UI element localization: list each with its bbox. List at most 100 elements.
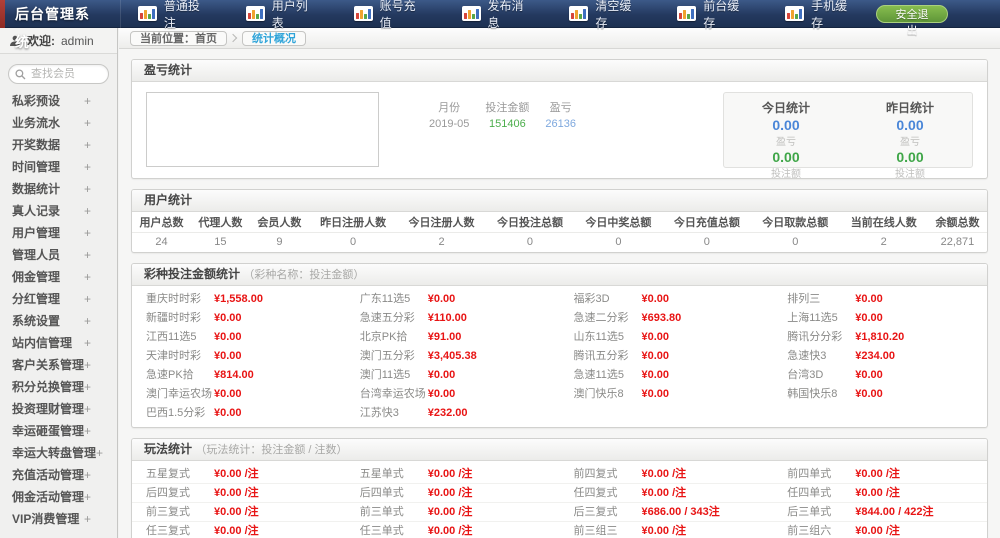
lottery-name: 澳门五分彩 bbox=[360, 347, 428, 366]
breadcrumb-location-label: 当前位置： bbox=[140, 33, 195, 45]
sidebar-item-site-mail[interactable]: 站内信管理+ bbox=[0, 332, 117, 354]
stat-value: 0 bbox=[309, 232, 397, 252]
sidebar-item-lucky-wheel[interactable]: 幸运大转盘管理+ bbox=[0, 442, 117, 464]
col-header: 今日投注总额 bbox=[486, 212, 574, 232]
play-amount: ¥0.00 /注 bbox=[428, 487, 473, 499]
lottery-amount: ¥0.00 bbox=[428, 369, 456, 381]
yesterday-title: 昨日统计 bbox=[848, 99, 972, 116]
sidebar-item-points-exchange[interactable]: 积分兑换管理+ bbox=[0, 376, 117, 398]
play-stat: 前三单式¥0.00 /注 bbox=[346, 503, 560, 522]
breadcrumb-current[interactable]: 统计概况 bbox=[242, 31, 306, 46]
lottery-name: 急速五分彩 bbox=[360, 309, 428, 328]
play-panel-header: 玩法统计 （玩法统计：投注金额 / 注数） bbox=[132, 439, 987, 461]
user-stats-value-row: 24 15 9 0 2 0 0 0 0 2 22,871 bbox=[132, 232, 987, 252]
nav-account-recharge[interactable]: 账号充值 bbox=[337, 0, 445, 27]
expand-plus-icon: + bbox=[84, 398, 91, 420]
breadcrumb-home-chip[interactable]: 当前位置：首页 bbox=[130, 31, 227, 46]
breadcrumb: 当前位置：首页 统计概况 bbox=[119, 28, 1000, 49]
lottery-amount: ¥234.00 bbox=[855, 350, 895, 362]
play-stat: 前三组三¥0.00 /注 bbox=[560, 522, 774, 538]
lottery-stat: 澳门11选5¥0.00 bbox=[346, 366, 560, 385]
lottery-name: 急速11选5 bbox=[574, 366, 642, 385]
play-name: 前三复式 bbox=[146, 503, 214, 522]
lottery-amount: ¥814.00 bbox=[214, 369, 254, 381]
lottery-stat: 上海11选5¥0.00 bbox=[773, 309, 987, 328]
lottery-name: 澳门快乐8 bbox=[574, 385, 642, 404]
lottery-amount: ¥232.00 bbox=[428, 407, 468, 419]
play-name: 后三单式 bbox=[787, 503, 855, 522]
sidebar-item-label: 佣金管理 bbox=[12, 266, 60, 288]
panel-subtitle: （彩种名称：投注金额） bbox=[243, 269, 364, 281]
lottery-stat: 天津时时彩¥0.00 bbox=[132, 347, 346, 366]
sidebar-item-label: 时间管理 bbox=[12, 156, 60, 178]
sidebar-item-vip-consumption[interactable]: VIP消费管理+ bbox=[0, 508, 117, 530]
sidebar-item-system-settings[interactable]: 系统设置+ bbox=[0, 310, 117, 332]
lottery-amount: ¥0.00 bbox=[428, 293, 456, 305]
play-stat: 前四单式¥0.00 /注 bbox=[773, 465, 987, 484]
sidebar-item-admin-staff[interactable]: 管理人员+ bbox=[0, 244, 117, 266]
sidebar-item-business-flow[interactable]: 业务流水+ bbox=[0, 112, 117, 134]
expand-plus-icon: + bbox=[84, 310, 91, 332]
sidebar-item-private-lottery-preset[interactable]: 私彩预设+ bbox=[0, 90, 117, 112]
nav-publish-message[interactable]: 发布消息 bbox=[445, 0, 553, 27]
today-bet-value: 0.00 bbox=[724, 149, 848, 165]
sidebar-item-live-records[interactable]: 真人记录+ bbox=[0, 200, 117, 222]
lottery-stat: 腾讯五分彩¥0.00 bbox=[560, 347, 774, 366]
lottery-amount: ¥693.80 bbox=[642, 312, 682, 324]
sidebar-item-recharge-activity[interactable]: 充值活动管理+ bbox=[0, 464, 117, 486]
lottery-name: 重庆时时彩 bbox=[146, 290, 214, 309]
chevron-right-icon bbox=[229, 34, 237, 42]
today-bet-label: 投注额 bbox=[724, 165, 848, 179]
nav-user-list[interactable]: 用户列表 bbox=[229, 0, 337, 27]
nav-label: 普通投注 bbox=[164, 0, 212, 31]
sidebar-item-lucky-egg[interactable]: 幸运砸蛋管理+ bbox=[0, 420, 117, 442]
lottery-stat: 急速二分彩¥693.80 bbox=[560, 309, 774, 328]
sidebar-item-dividend-management[interactable]: 分红管理+ bbox=[0, 288, 117, 310]
lottery-name: 上海11选5 bbox=[787, 309, 855, 328]
lottery-stat: 急速五分彩¥110.00 bbox=[346, 309, 560, 328]
sidebar-item-investment[interactable]: 投资理财管理+ bbox=[0, 398, 117, 420]
play-stat: 后四单式¥0.00 /注 bbox=[346, 484, 560, 503]
lottery-stat: 澳门五分彩¥3,405.38 bbox=[346, 347, 560, 366]
play-amount: ¥0.00 /注 bbox=[855, 468, 900, 480]
sidebar-item-commission-management[interactable]: 佣金管理+ bbox=[0, 266, 117, 288]
sidebar-item-data-statistics[interactable]: 数据统计+ bbox=[0, 178, 117, 200]
play-name: 任四单式 bbox=[787, 484, 855, 503]
bar-chart-icon bbox=[246, 6, 265, 21]
sidebar-item-commission-activity[interactable]: 佣金活动管理+ bbox=[0, 486, 117, 508]
admin-page: 后台管理系统 普通投注 用户列表 账号充值 发布消息 清空缓存 bbox=[0, 0, 1000, 538]
lottery-amount: ¥0.00 bbox=[642, 293, 670, 305]
nav-common-bet[interactable]: 普通投注 bbox=[121, 0, 229, 27]
sidebar-item-crm[interactable]: 客户关系管理+ bbox=[0, 354, 117, 376]
lottery-name: 新疆时时彩 bbox=[146, 309, 214, 328]
lottery-name: 腾讯分分彩 bbox=[787, 328, 855, 347]
bar-chart-icon bbox=[462, 6, 481, 21]
month-value: 2019-05 bbox=[421, 116, 477, 132]
today-stats: 今日统计 0.00 盈亏 0.00 投注额 bbox=[724, 99, 848, 167]
sidebar-item-time-management[interactable]: 时间管理+ bbox=[0, 156, 117, 178]
play-type-panel: 玩法统计 （玩法统计：投注金额 / 注数） 五星复式¥0.00 /注 五星单式¥… bbox=[131, 438, 988, 538]
nav-mobile-cache[interactable]: 手机缓存 bbox=[768, 0, 876, 27]
play-amount: ¥686.00 / 343注 bbox=[642, 506, 720, 518]
sidebar-item-draw-data[interactable]: 开奖数据+ bbox=[0, 134, 117, 156]
play-name: 前三组三 bbox=[574, 522, 642, 538]
sidebar-item-user-management[interactable]: 用户管理+ bbox=[0, 222, 117, 244]
lottery-amount: ¥0.00 bbox=[642, 369, 670, 381]
play-amount: ¥0.00 /注 bbox=[214, 487, 259, 499]
sidebar-item-label: 真人记录 bbox=[12, 200, 60, 222]
lottery-amount: ¥0.00 bbox=[642, 350, 670, 362]
bar-chart-icon bbox=[677, 6, 696, 21]
nav-front-cache[interactable]: 前台缓存 bbox=[660, 0, 768, 27]
play-name: 五星单式 bbox=[360, 465, 428, 484]
play-type-grid: 五星复式¥0.00 /注 五星单式¥0.00 /注 前四复式¥0.00 /注 前… bbox=[132, 461, 987, 538]
logout-button[interactable]: 安全退出 bbox=[876, 5, 948, 23]
expand-plus-icon: + bbox=[84, 222, 91, 244]
lottery-stat: 澳门快乐8¥0.00 bbox=[560, 385, 774, 404]
sidebar-item-label: 客户关系管理 bbox=[12, 354, 84, 376]
main-content: 当前位置：首页 统计概况 盈亏统计 月份 投注金额 盈亏 bbox=[119, 28, 1000, 538]
lottery-name: 急速PK拾 bbox=[146, 366, 214, 385]
col-header: 今日充值总额 bbox=[663, 212, 751, 232]
nav-clear-cache[interactable]: 清空缓存 bbox=[552, 0, 660, 27]
play-name: 前三组六 bbox=[787, 522, 855, 538]
lottery-amount: ¥0.00 bbox=[214, 350, 242, 362]
